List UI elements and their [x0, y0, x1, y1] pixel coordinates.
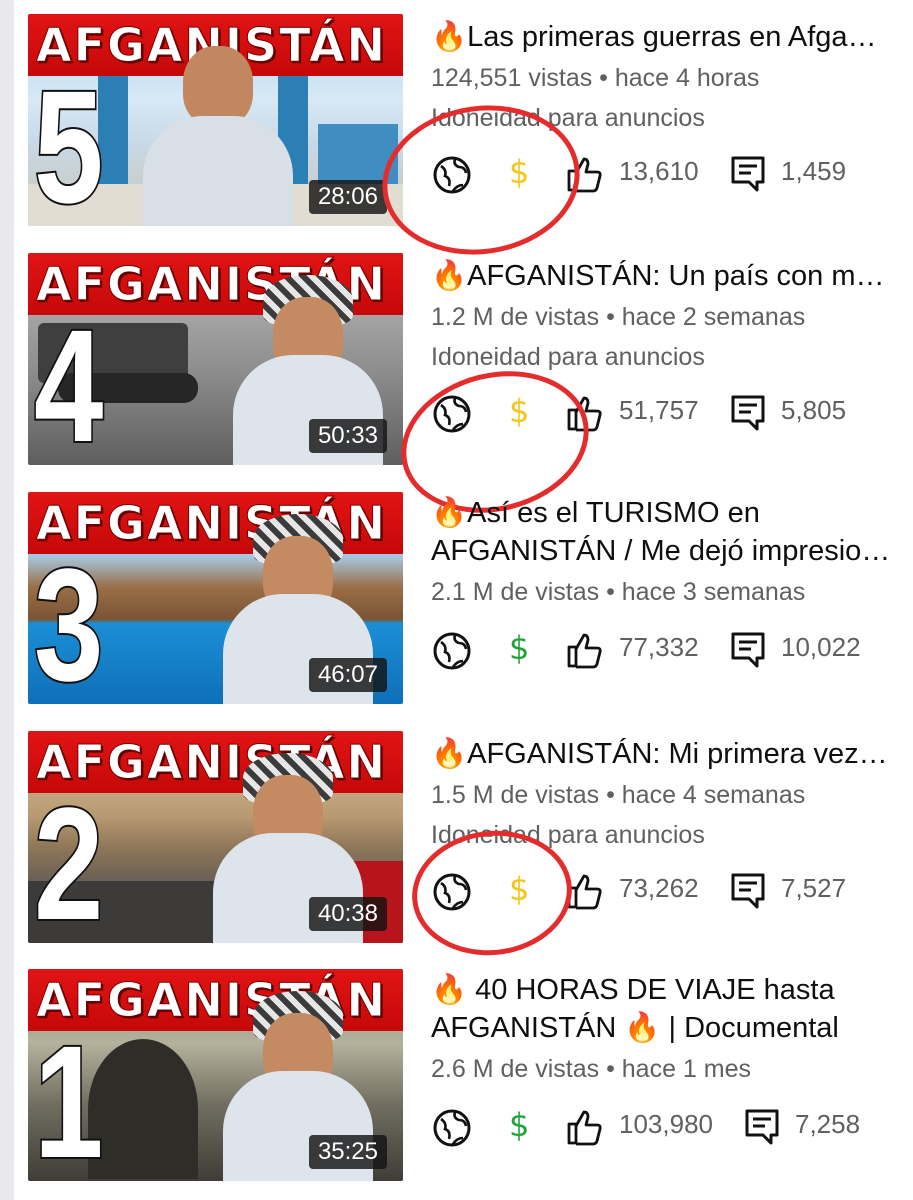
comment-icon[interactable] — [743, 1107, 781, 1147]
thumbs-up-icon[interactable] — [565, 871, 605, 911]
video-stats: $ 51,757 5,805 — [431, 389, 901, 437]
video-thumbnail[interactable]: AFGANISTÁN 1 35:25 — [28, 969, 403, 1181]
video-stats: $ 73,262 7,527 — [431, 867, 901, 915]
video-views: 2.1 M de vistas • hace 3 semanas — [431, 578, 806, 606]
like-count: 51,757 — [619, 395, 699, 425]
video-thumbnail[interactable]: AFGANISTÁN 4 50:33 — [28, 253, 403, 465]
dollar-icon[interactable]: $ — [509, 1103, 529, 1147]
video-title[interactable]: 🔥Así es el TURISMO en — [431, 494, 891, 532]
thumbs-up-icon[interactable] — [565, 154, 605, 194]
video-views: 124,551 vistas • hace 4 horas — [431, 64, 760, 92]
video-stats: $ 13,610 1,459 — [431, 150, 901, 198]
video-row[interactable]: AFGANISTÁN 5 28:06 🔥Las primeras guerras… — [0, 14, 913, 268]
rank-number: 5 — [32, 57, 105, 227]
video-duration: 28:06 — [308, 180, 387, 214]
comment-count: 7,527 — [781, 873, 847, 903]
video-title[interactable]: 🔥 40 HORAS DE VIAJE hasta — [431, 971, 891, 1009]
globe-icon[interactable] — [431, 871, 473, 913]
like-count: 103,980 — [619, 1109, 713, 1139]
globe-icon[interactable] — [431, 1107, 473, 1149]
rank-number: 2 — [32, 774, 105, 944]
dollar-icon[interactable]: $ — [509, 150, 529, 194]
rank-number: 3 — [32, 535, 105, 705]
video-info: 🔥Así es el TURISMO en AFGANISTÁN / Me de… — [431, 494, 901, 670]
video-title-line-2[interactable]: AFGANISTÁN / Me dejó impresionado — [431, 532, 891, 570]
like-count: 73,262 — [619, 873, 699, 903]
video-views: 2.6 M de vistas • hace 1 mes — [431, 1055, 752, 1083]
monetization-status: Idoneidad para anuncios — [431, 821, 705, 849]
video-duration: 46:07 — [308, 658, 387, 692]
dollar-icon[interactable]: $ — [509, 389, 529, 433]
thumbs-up-icon[interactable] — [565, 630, 605, 670]
video-info: 🔥AFGANISTÁN: Un país con mucha historia … — [431, 257, 901, 433]
video-views: 1.5 M de vistas • hace 4 semanas — [431, 781, 806, 809]
studio-video-list: AFGANISTÁN 5 28:06 🔥Las primeras guerras… — [0, 0, 913, 1200]
like-count: 77,332 — [619, 632, 699, 662]
rank-number: 4 — [32, 296, 105, 466]
dollar-icon[interactable]: $ — [509, 626, 529, 670]
comment-count: 1,459 — [781, 156, 847, 186]
video-row[interactable]: AFGANISTÁN 1 35:25 🔥 40 HORAS DE VIAJE h… — [0, 969, 913, 1194]
video-info: 🔥Las primeras guerras en Afganistán 124,… — [431, 18, 901, 194]
video-stats: $ 103,980 7,258 — [431, 1103, 901, 1151]
dollar-icon[interactable]: $ — [509, 867, 529, 911]
comment-count: 7,258 — [795, 1109, 861, 1139]
video-duration: 50:33 — [308, 419, 387, 453]
comment-icon[interactable] — [729, 630, 767, 670]
video-thumbnail[interactable]: AFGANISTÁN 5 28:06 — [28, 14, 403, 226]
video-stats: $ 77,332 10,022 — [431, 626, 901, 674]
video-info: 🔥AFGANISTÁN: Mi primera vez en el país 1… — [431, 735, 901, 911]
video-thumbnail[interactable]: AFGANISTÁN 3 46:07 — [28, 492, 403, 704]
video-title-line-2[interactable]: AFGANISTÁN 🔥 | Documental — [431, 1009, 891, 1047]
comment-icon[interactable] — [729, 393, 767, 433]
video-title[interactable]: 🔥AFGANISTÁN: Mi primera vez en el país — [431, 735, 891, 773]
video-title[interactable]: 🔥Las primeras guerras en Afganistán — [431, 18, 891, 56]
video-title[interactable]: 🔥AFGANISTÁN: Un país con mucha historia — [431, 257, 891, 295]
like-count: 13,610 — [619, 156, 699, 186]
video-thumbnail[interactable]: AFGANISTÁN 2 40:38 — [28, 731, 403, 943]
globe-icon[interactable] — [431, 630, 473, 672]
monetization-status: Idoneidad para anuncios — [431, 104, 705, 132]
globe-icon[interactable] — [431, 154, 473, 196]
thumbs-up-icon[interactable] — [565, 1107, 605, 1147]
thumbs-up-icon[interactable] — [565, 393, 605, 433]
comment-count: 5,805 — [781, 395, 847, 425]
video-views: 1.2 M de vistas • hace 2 semanas — [431, 303, 806, 331]
comment-icon[interactable] — [729, 154, 767, 194]
video-info: 🔥 40 HORAS DE VIAJE hasta AFGANISTÁN 🔥 |… — [431, 971, 901, 1147]
thumbnail-person — [143, 36, 293, 226]
video-duration: 35:25 — [308, 1135, 387, 1169]
video-row[interactable]: AFGANISTÁN 4 50:33 🔥AFGANISTÁN: Un país … — [0, 253, 913, 532]
video-row[interactable]: AFGANISTÁN 2 40:38 🔥AFGANISTÁN: Mi prime… — [0, 731, 913, 964]
globe-icon[interactable] — [431, 393, 473, 435]
video-duration: 40:38 — [308, 897, 387, 931]
video-row[interactable]: AFGANISTÁN 3 46:07 🔥Así es el TURISMO en… — [0, 492, 913, 717]
comment-count: 10,022 — [781, 632, 861, 662]
rank-number: 1 — [32, 1012, 105, 1182]
comment-icon[interactable] — [729, 871, 767, 911]
monetization-status: Idoneidad para anuncios — [431, 343, 705, 371]
